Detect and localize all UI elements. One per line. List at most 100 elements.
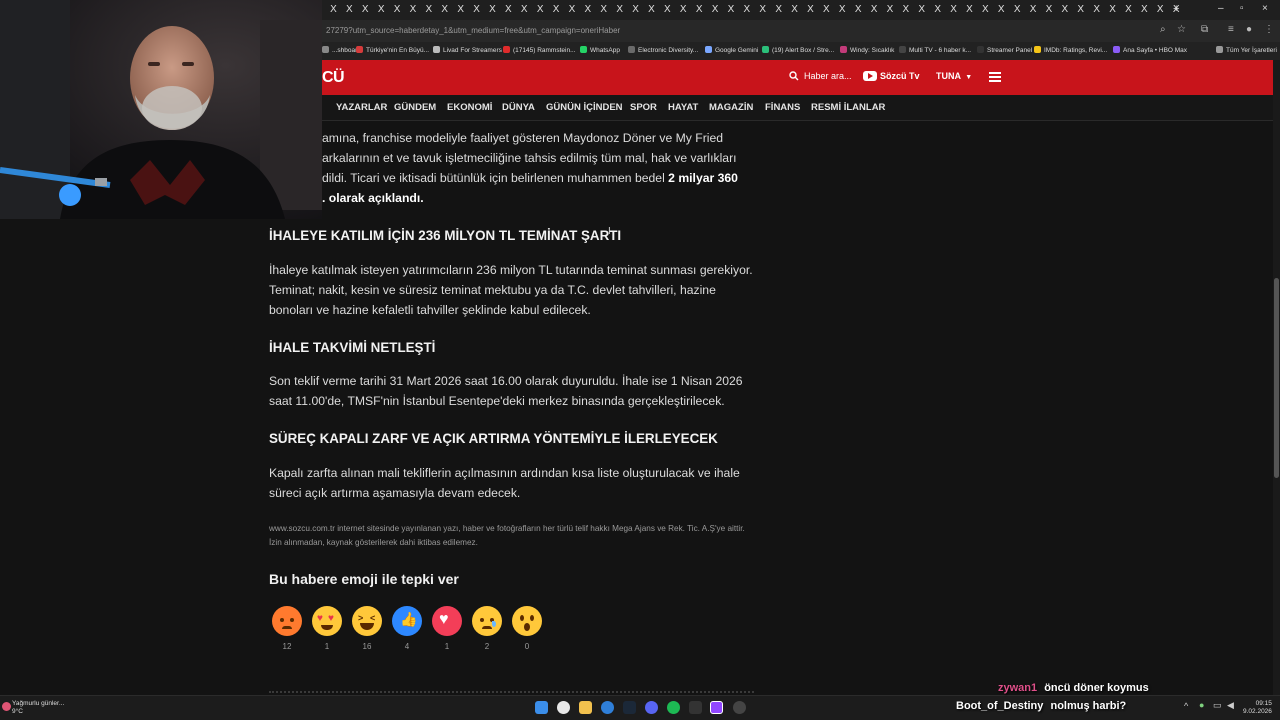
browser-tab[interactable]: X	[505, 4, 512, 15]
weather-widget[interactable]: Yağmurlu günler... 9°C	[12, 700, 64, 716]
bookmark-item[interactable]: Electronic Diversity...	[628, 46, 698, 54]
minimize-button[interactable]: –	[1218, 3, 1224, 14]
browser-tab[interactable]: X	[521, 4, 528, 15]
browser-tab[interactable]: X	[489, 4, 496, 15]
browser-tab[interactable]: X	[871, 4, 878, 15]
browser-tab[interactable]: X	[950, 4, 957, 15]
browser-tab[interactable]: X	[600, 4, 607, 15]
bookmark-item[interactable]: Ana Sayfa • HBO Max	[1113, 46, 1187, 54]
bookmark-item[interactable]: Windy: Sıcaklık	[840, 46, 894, 54]
url-field[interactable]: 27279?utm_source=haberdetay_1&utm_medium…	[326, 26, 620, 35]
bookmark-item[interactable]: Google Gemini	[705, 46, 758, 54]
nav-item-spor[interactable]: SPOR	[630, 102, 657, 113]
bookmark-item[interactable]: (17145) Rammstein...	[503, 46, 576, 54]
steam-icon[interactable]	[623, 701, 636, 714]
streaming-app-icon[interactable]	[710, 701, 723, 714]
nav-item-gundem[interactable]: GÜNDEM	[394, 102, 436, 113]
close-window-button[interactable]: ×	[1262, 3, 1268, 14]
browser-tab[interactable]: X	[934, 4, 941, 15]
browser-tab[interactable]: X	[441, 4, 448, 15]
sozcu-tv-link[interactable]: Sözcü Tv	[863, 71, 920, 81]
clock[interactable]: 09:15 9.02.2026	[1243, 700, 1272, 716]
user-menu[interactable]: TUNA ▼	[936, 71, 972, 81]
browser-tab[interactable]: X	[743, 4, 750, 15]
bookmark-item[interactable]: Türkiye'nin En Büyü...	[356, 46, 429, 54]
love-eyes-emoji-icon[interactable]: ♥ ♥	[312, 606, 342, 636]
browser-tab[interactable]: X	[680, 4, 687, 15]
browser-tab[interactable]: X	[537, 4, 544, 15]
browser-tab[interactable]: X	[362, 4, 369, 15]
nav-item-finans[interactable]: FİNANS	[765, 102, 800, 113]
browser-tab[interactable]: X	[648, 4, 655, 15]
start-icon[interactable]	[535, 701, 548, 714]
media-icon[interactable]: ≡	[1228, 24, 1234, 35]
browser-tab[interactable]: X	[1030, 4, 1037, 15]
app-icon[interactable]	[733, 701, 746, 714]
bookmark-item[interactable]: WhatsApp	[580, 46, 620, 54]
browser-tab[interactable]: X	[330, 4, 337, 15]
browser-tab[interactable]: X	[918, 4, 925, 15]
chrome-icon[interactable]	[557, 701, 570, 714]
browser-tab[interactable]: X	[473, 4, 480, 15]
browser-tab[interactable]: X	[410, 4, 417, 15]
nav-item-yazarlar[interactable]: YAZARLAR	[336, 102, 387, 113]
nav-item-magazin[interactable]: MAGAZİN	[709, 102, 753, 113]
nav-item-resmi-ilanlar[interactable]: RESMİ İLANLAR	[811, 102, 885, 113]
browser-tab[interactable]: X	[1014, 4, 1021, 15]
browser-tab[interactable]: X	[616, 4, 623, 15]
network-icon[interactable]: ▭	[1213, 700, 1222, 711]
volume-icon[interactable]: ◀	[1227, 700, 1234, 711]
browser-tab[interactable]: X	[632, 4, 639, 15]
new-tab-button[interactable]: +	[1173, 3, 1179, 15]
browser-tab[interactable]: X	[1141, 4, 1148, 15]
browser-tab[interactable]: X	[1061, 4, 1068, 15]
app-icon[interactable]	[689, 701, 702, 714]
site-logo[interactable]: CÜ	[322, 69, 345, 87]
spotify-icon[interactable]	[667, 701, 680, 714]
bookmark-item[interactable]: Livad For Streamers	[433, 46, 502, 54]
browser-tab[interactable]: X	[791, 4, 798, 15]
browser-tab[interactable]: X	[378, 4, 385, 15]
browser-tab[interactable]: X	[553, 4, 560, 15]
browser-tab[interactable]: X	[457, 4, 464, 15]
browser-tab[interactable]: X	[346, 4, 353, 15]
mic-icon[interactable]: ●	[1199, 700, 1204, 710]
menu-icon[interactable]: ⋮	[1264, 24, 1274, 35]
browser-tab[interactable]: X	[902, 4, 909, 15]
surprised-emoji-icon[interactable]	[512, 606, 542, 636]
browser-tab[interactable]: X	[584, 4, 591, 15]
browser-tab[interactable]: X	[1157, 4, 1164, 15]
search-button[interactable]: Haber ara...	[789, 71, 852, 81]
browser-tab[interactable]: X	[664, 4, 671, 15]
browser-tab[interactable]: X	[855, 4, 862, 15]
tray-chevron-icon[interactable]: ^	[1184, 701, 1188, 711]
browser-tab[interactable]: X	[966, 4, 973, 15]
zoom-icon[interactable]: ⌕	[1160, 24, 1166, 35]
browser-tab[interactable]: X	[1093, 4, 1100, 15]
browser-tab[interactable]: X	[807, 4, 814, 15]
browser-tab[interactable]: X	[759, 4, 766, 15]
bookmark-item[interactable]: (19) Alert Box / Stre...	[762, 46, 834, 54]
sad-emoji-icon[interactable]	[472, 606, 502, 636]
hamburger-menu-icon[interactable]	[989, 72, 1001, 82]
browser-tab[interactable]: X	[394, 4, 401, 15]
scrollbar-thumb[interactable]	[1274, 278, 1279, 478]
browser-tab[interactable]: X	[569, 4, 576, 15]
bookmark-item[interactable]: IMDb: Ratings, Revi...	[1034, 46, 1107, 54]
maximize-button[interactable]: ▫	[1240, 3, 1244, 14]
edge-icon[interactable]	[601, 701, 614, 714]
browser-tab[interactable]: X	[839, 4, 846, 15]
laughing-emoji-icon[interactable]: > <	[352, 606, 382, 636]
like-thumbs-up-icon[interactable]: 👍	[392, 606, 422, 636]
browser-tab[interactable]: X	[712, 4, 719, 15]
file-explorer-icon[interactable]	[579, 701, 592, 714]
browser-tab[interactable]: X	[1109, 4, 1116, 15]
browser-tab[interactable]: X	[728, 4, 735, 15]
browser-tab[interactable]: X	[1125, 4, 1132, 15]
profile-icon[interactable]: ●	[1246, 24, 1252, 35]
bookmark-item[interactable]: Multi TV - 6 haber k...	[899, 46, 971, 54]
extensions-icon[interactable]: ⧉	[1201, 24, 1208, 35]
nav-item-ekonomi[interactable]: EKONOMİ	[447, 102, 492, 113]
page-scrollbar[interactable]	[1273, 60, 1280, 700]
browser-tab[interactable]: X	[425, 4, 432, 15]
